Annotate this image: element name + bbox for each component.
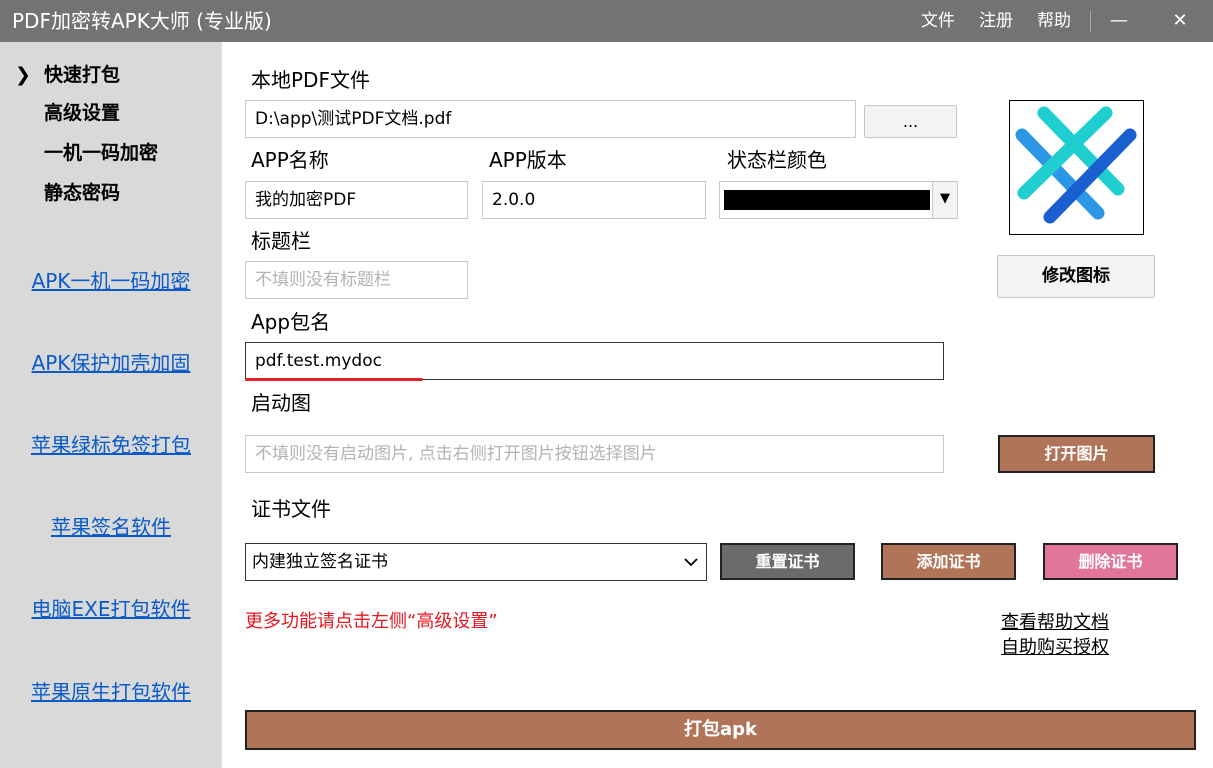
menu-separator	[1090, 11, 1091, 32]
link-apk-protect[interactable]: APK保护加壳加固	[0, 350, 222, 376]
window-title: PDF加密转APK大师 (专业版)	[12, 9, 272, 33]
package-name-underline	[245, 378, 423, 381]
menu-help[interactable]: 帮助	[1037, 10, 1071, 32]
app-window: PDF加密转APK大师 (专业版) 文件 注册 帮助 — ✕ ❯ 快速打包 高级…	[0, 0, 1213, 768]
app-name-label: APP名称	[251, 148, 329, 172]
sidebar: ❯ 快速打包 高级设置 一机一码加密 静态密码 APK一机一码加密 APK保护加…	[0, 42, 222, 768]
minimize-button[interactable]: —	[1104, 6, 1134, 36]
advanced-settings-notice: 更多功能请点击左侧“高级设置”	[245, 611, 498, 632]
add-cert-button[interactable]: 添加证书	[881, 543, 1016, 580]
chevron-down-icon: ▼	[940, 191, 950, 206]
cert-file-label: 证书文件	[251, 497, 331, 521]
link-apple-sign-tool[interactable]: 苹果签名软件	[0, 514, 222, 540]
link-apple-green-sign[interactable]: 苹果绿标免签打包	[0, 432, 222, 458]
reset-cert-button[interactable]: 重置证书	[720, 543, 855, 580]
cert-select[interactable]: 内建独立签名证书	[245, 543, 707, 581]
package-name-input[interactable]: pdf.test.mydoc	[245, 342, 944, 380]
package-name-label: App包名	[251, 310, 331, 334]
open-image-button[interactable]: 打开图片	[998, 435, 1155, 473]
buy-license-link[interactable]: 自助购买授权	[1001, 636, 1109, 660]
chevron-down-icon	[684, 558, 698, 567]
nav-quick-pack[interactable]: 快速打包	[44, 63, 120, 87]
browse-button[interactable]: ...	[864, 105, 957, 138]
close-button[interactable]: ✕	[1165, 6, 1195, 36]
app-version-input[interactable]: 2.0.0	[482, 181, 706, 219]
nav-static-password[interactable]: 静态密码	[44, 181, 120, 205]
statusbar-color-select[interactable]: ▼	[719, 181, 958, 219]
pdf-path-input[interactable]: D:\app\测试PDF文档.pdf	[245, 100, 856, 138]
cert-select-value: 内建独立签名证书	[252, 552, 388, 572]
app-name-input[interactable]: 我的加密PDF	[245, 181, 468, 219]
titlebar-input[interactable]: 不填则没有标题栏	[245, 261, 468, 299]
app-icon-preview	[1009, 100, 1144, 235]
delete-cert-button[interactable]: 删除证书	[1043, 543, 1178, 580]
link-apple-native-pack[interactable]: 苹果原生打包软件	[0, 679, 222, 705]
splash-label: 启动图	[251, 391, 311, 415]
color-dropdown-button[interactable]: ▼	[932, 182, 957, 218]
app-version-label: APP版本	[489, 148, 567, 172]
active-chevron-icon: ❯	[15, 64, 31, 86]
menu-register[interactable]: 注册	[979, 10, 1013, 32]
nav-device-lock[interactable]: 一机一码加密	[44, 141, 158, 165]
pack-apk-button[interactable]: 打包apk	[245, 710, 1196, 750]
help-docs-link[interactable]: 查看帮助文档	[1001, 611, 1109, 635]
app-icon	[1015, 106, 1137, 224]
statusbar-color-label: 状态栏颜色	[727, 148, 827, 172]
pdf-file-label: 本地PDF文件	[251, 68, 370, 92]
link-apk-device-lock[interactable]: APK一机一码加密	[0, 268, 222, 294]
statusbar-color-swatch	[724, 190, 930, 210]
splash-input[interactable]: 不填则没有启动图片, 点击右侧打开图片按钮选择图片	[245, 435, 944, 473]
nav-advanced-settings[interactable]: 高级设置	[44, 101, 120, 125]
menu-file[interactable]: 文件	[921, 10, 955, 32]
link-exe-pack[interactable]: 电脑EXE打包软件	[0, 596, 222, 622]
change-icon-button[interactable]: 修改图标	[997, 255, 1155, 298]
title-bar: PDF加密转APK大师 (专业版) 文件 注册 帮助 — ✕	[0, 0, 1213, 42]
titlebar-label: 标题栏	[251, 229, 311, 253]
